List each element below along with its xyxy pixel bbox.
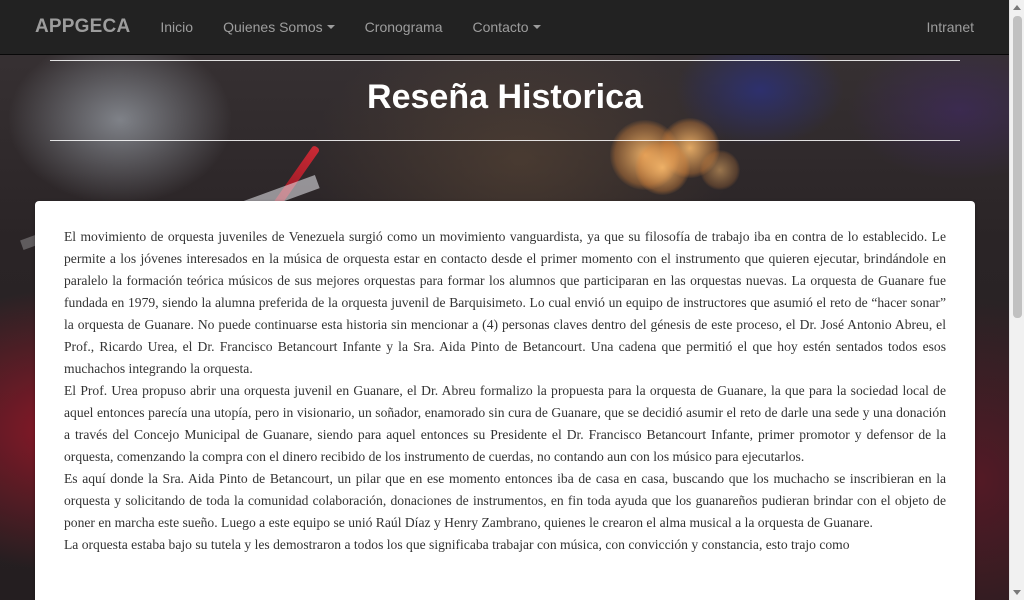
nav-inicio[interactable]: Inicio: [145, 0, 208, 55]
page-scrollbar[interactable]: [1009, 0, 1024, 600]
content-card: El movimiento de orquesta juveniles de V…: [35, 201, 975, 600]
header-bottom-divider: [50, 140, 960, 141]
nav-inicio-label: Inicio: [160, 19, 194, 35]
page-title: Reseña Historica: [367, 78, 643, 116]
history-paragraph-1: El movimiento de orquesta juveniles de V…: [64, 229, 946, 376]
caret-down-icon: [326, 25, 335, 29]
scrollbar-thumb[interactable]: [1013, 16, 1022, 318]
scroll-up-arrow-icon[interactable]: [1013, 5, 1021, 10]
brand-logo-link[interactable]: APPGECA: [35, 16, 130, 38]
header-top-divider: [50, 60, 960, 61]
nav-cronograma-label: Cronograma: [364, 19, 443, 35]
scroll-down-arrow-icon[interactable]: [1013, 590, 1021, 595]
nav-quienes-somos-dropdown[interactable]: Quienes Somos: [208, 0, 350, 55]
top-navbar: APPGECA Inicio Quienes Somos Cronograma …: [0, 0, 1009, 55]
nav-cronograma[interactable]: Cronograma: [350, 0, 458, 55]
caret-down-icon: [532, 25, 541, 29]
history-paragraph-2: El Prof. Urea propuso abrir una orquesta…: [64, 383, 946, 464]
nav-contacto-dropdown[interactable]: Contacto: [458, 0, 556, 55]
history-paragraph-4: La orquesta estaba bajo su tutela y les …: [64, 537, 850, 552]
nav-intranet[interactable]: Intranet: [912, 0, 989, 55]
nav-quienes-somos-label: Quienes Somos: [223, 19, 323, 35]
history-paragraph-3: Es aquí donde la Sra. Aida Pinto de Beta…: [64, 471, 946, 530]
nav-contacto-label: Contacto: [472, 19, 529, 35]
